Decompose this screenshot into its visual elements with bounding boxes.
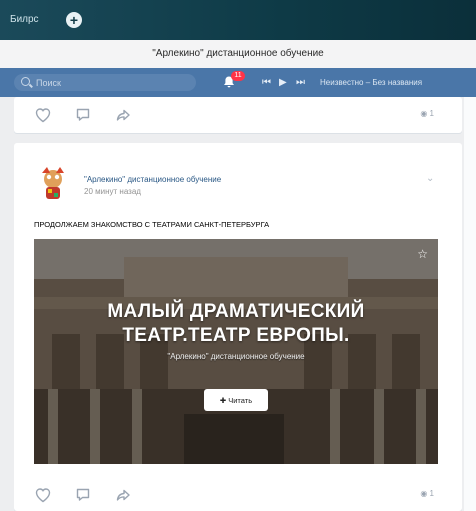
search-box[interactable] [14,74,196,91]
post-author[interactable]: "Арлекино" дистанционное обучение [84,175,221,184]
eye-icon: ◉ [420,489,430,498]
banner-title-line2: ТЕАТР.ТЕАТР ЕВРОПЫ. [122,325,350,346]
like-heart-icon[interactable] [34,106,52,124]
next-track-icon[interactable]: ⏭ [296,77,305,88]
post-text: ПРОДОЛЖАЕМ ЗНАКОМСТВО С ТЕАТРАМИ САНКТ-П… [34,220,270,229]
read-button-label: Читать [228,395,253,405]
post-actions: ◉ 1 [34,483,434,507]
banner-subtitle: "Арлекино" дистанционное обучение [167,352,305,361]
window-title: "Арлекино" дистанционное обучение [152,48,324,59]
vk-top-nav: 11 ⏮ ▶ ⏭ Неизвестно – Без названия [0,68,476,97]
share-icon[interactable] [114,106,132,124]
views-value: 1 [429,489,434,498]
right-column-edge [464,97,476,511]
group-avatar[interactable] [34,165,72,203]
window-title-bar: "Арлекино" дистанционное обучение [0,40,476,68]
banner-title-line1: МАЛЫЙ ДРАМАТИЧЕСКИЙ [107,301,365,322]
browser-tab[interactable]: Билрс [10,14,39,25]
article-banner[interactable]: ☆ МАЛЫЙ ДРАМАТИЧЕСКИЙ ТЕАТР.ТЕАТР ЕВРОПЫ… [34,239,438,464]
share-icon[interactable] [114,486,132,504]
read-button[interactable]: ✚ Читать [204,389,268,411]
search-icon [21,77,30,86]
bookmark-icon[interactable]: ☆ [417,247,428,261]
views-count: ◉ 1 [420,109,434,118]
now-playing-text[interactable]: Неизвестно – Без названия [320,78,422,87]
post-card: "Арлекино" дистанционное обучение 20 мин… [14,143,462,511]
previous-track-icon[interactable]: ⏮ [262,77,271,88]
post-time[interactable]: 20 минут назад [84,187,141,196]
chevron-down-icon[interactable]: ⌄ [426,173,434,184]
views-count: ◉ 1 [420,489,434,498]
play-icon[interactable]: ▶ [279,77,287,88]
search-input[interactable] [34,75,188,91]
previous-post-card: ◉ 1 [14,97,462,133]
views-value: 1 [429,109,434,118]
new-tab-plus-icon[interactable]: + [66,12,82,28]
browser-tab-bar: Билрс + [0,0,476,40]
eye-icon: ◉ [420,109,430,118]
comment-icon[interactable] [74,486,92,504]
comment-icon[interactable] [74,106,92,124]
plus-icon: ✚ [219,395,229,405]
like-heart-icon[interactable] [34,486,52,504]
notifications-badge: 11 [231,71,245,81]
post-actions: ◉ 1 [34,103,434,127]
news-feed: ◉ 1 "Арлекино" дистанционное обучение 20… [14,97,462,511]
